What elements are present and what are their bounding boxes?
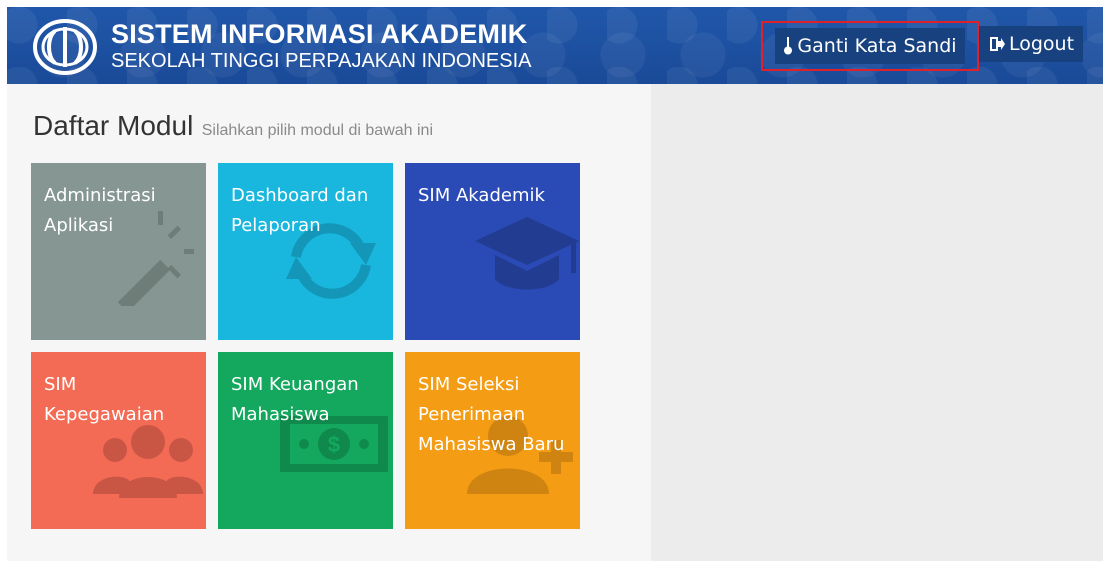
module-tile-sim-akademik[interactable]: SIM Akademik	[405, 163, 580, 340]
sign-out-icon	[990, 37, 1005, 51]
content-panel	[651, 84, 1103, 561]
module-tile-sim-seleksi-penerimaan[interactable]: SIM Seleksi Penerimaan Mahasiswa Baru	[405, 352, 580, 529]
module-tile-administrasi-aplikasi[interactable]: Administrasi Aplikasi	[31, 163, 206, 340]
module-label: SIM Keuangan Mahasiswa	[231, 374, 359, 425]
module-label: SIM Seleksi Penerimaan Mahasiswa Baru	[418, 374, 565, 455]
app-title: SISTEM INFORMASI AKADEMIK	[111, 19, 528, 49]
module-tile-sim-kepegawaian[interactable]: SIM Kepegawaian	[31, 352, 206, 529]
module-label: SIM Kepegawaian	[44, 374, 165, 425]
app-subtitle: SEKOLAH TINGGI PERPAJAKAN INDONESIA	[111, 50, 532, 72]
page-subtitle: Silahkan pilih modul di bawah ini	[201, 122, 433, 139]
module-panel: Daftar Modul Silahkan pilih modul di baw…	[7, 84, 651, 561]
change-password-inner[interactable]: Ganti Kata Sandi	[775, 28, 965, 64]
logout-button[interactable]: Logout	[979, 26, 1084, 62]
module-label: Dashboard dan Pelaporan	[231, 185, 369, 236]
logout-label: Logout	[1009, 33, 1075, 55]
svg-text:$: $	[328, 432, 340, 457]
logo	[33, 19, 97, 75]
page-heading: Daftar Modul Silahkan pilih modul di baw…	[33, 110, 433, 142]
change-password-button[interactable]: Ganti Kata Sandi	[761, 21, 979, 71]
module-tile-sim-keuangan-mahasiswa[interactable]: $ SIM Keuangan Mahasiswa	[218, 352, 393, 529]
module-tile-dashboard-pelaporan[interactable]: Dashboard dan Pelaporan	[218, 163, 393, 340]
module-label: SIM Akademik	[418, 185, 545, 206]
module-label: Administrasi Aplikasi	[44, 185, 156, 236]
key-icon	[784, 37, 793, 55]
header-bar: SISTEM INFORMASI AKADEMIK SEKOLAH TINGGI…	[7, 7, 1103, 84]
page-title: Daftar Modul	[33, 110, 194, 141]
graduation-cap-icon	[475, 217, 579, 290]
change-password-label: Ganti Kata Sandi	[797, 35, 957, 57]
